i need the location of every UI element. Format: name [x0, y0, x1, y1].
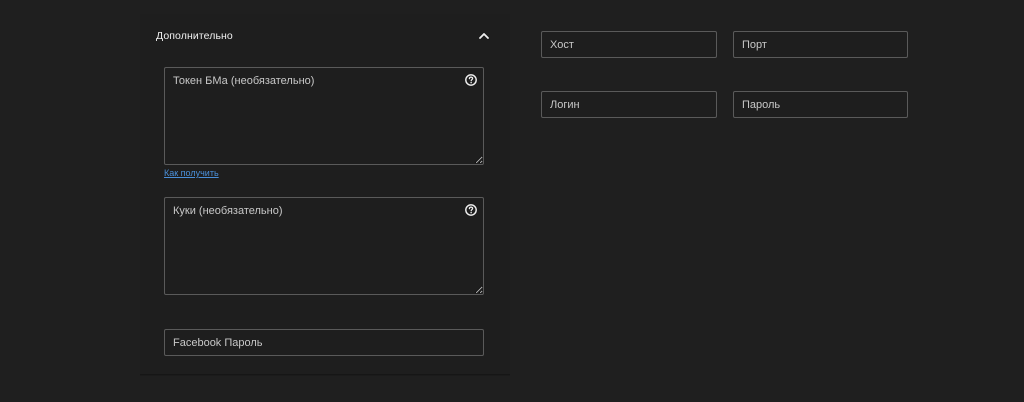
- cookies-textarea[interactable]: [164, 197, 484, 295]
- bm-token-textarea[interactable]: [164, 67, 484, 165]
- cookies-field-wrapper: [164, 197, 484, 295]
- facebook-password-input[interactable]: [164, 329, 484, 356]
- accordion-header[interactable]: Дополнительно: [140, 14, 510, 58]
- question-circle-icon[interactable]: [465, 73, 477, 86]
- proxy-host-input[interactable]: [541, 31, 717, 58]
- question-circle-icon[interactable]: [465, 203, 477, 216]
- additional-settings-panel: Дополнительно Как получить: [140, 14, 510, 375]
- chevron-up-icon[interactable]: [476, 28, 492, 44]
- proxy-login-input[interactable]: [541, 91, 717, 118]
- page: Дополнительно Как получить: [0, 0, 1024, 402]
- bm-token-field-wrapper: [164, 67, 484, 165]
- proxy-port-input[interactable]: [733, 31, 908, 58]
- proxy-password-input[interactable]: [733, 91, 908, 118]
- accordion-title: Дополнительно: [156, 30, 233, 42]
- how-to-get-link[interactable]: Как получить: [164, 168, 219, 178]
